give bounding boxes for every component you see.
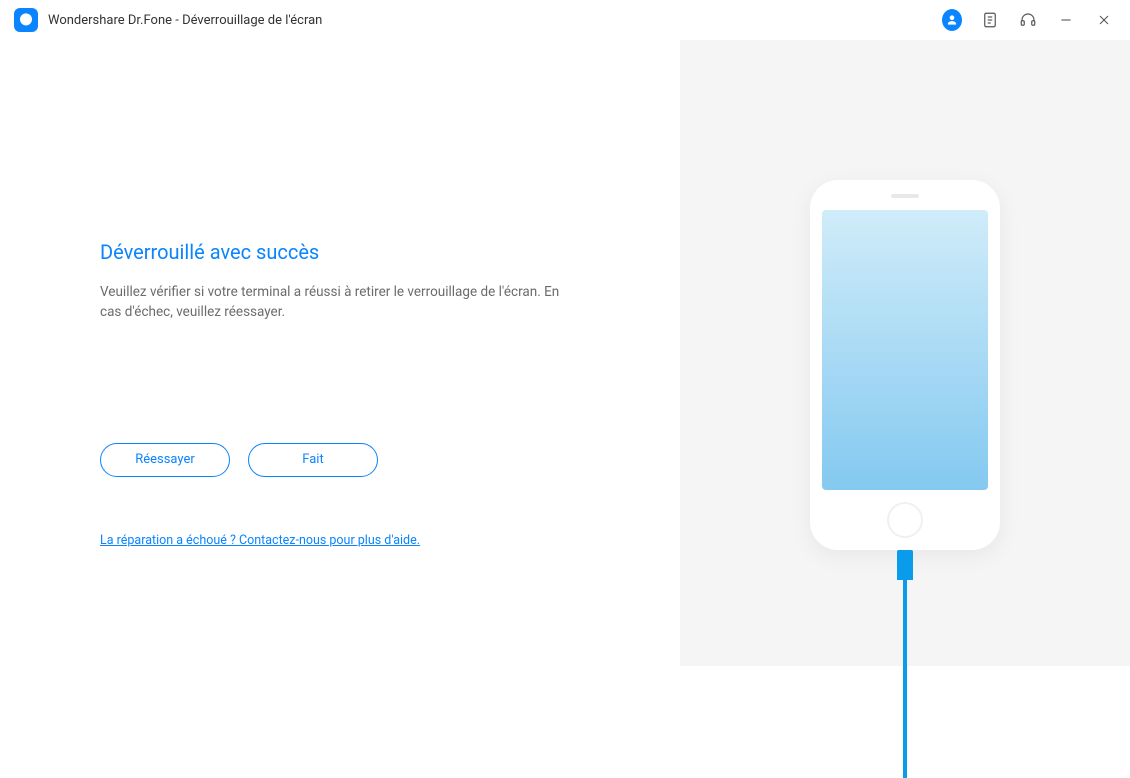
support-button[interactable] [1018,10,1038,30]
cable-icon [903,578,907,778]
cable-connector-icon [897,550,913,580]
window-title: Wondershare Dr.Fone - Déverrouillage de … [48,13,322,28]
close-button[interactable] [1094,10,1114,30]
retry-button[interactable]: Réessayer [100,443,230,477]
done-button[interactable]: Fait [248,443,378,477]
button-row: Réessayer Fait [100,443,580,477]
user-icon [942,9,962,31]
titlebar: Wondershare Dr.Fone - Déverrouillage de … [0,0,1130,40]
app-logo-icon [14,8,38,32]
close-icon [1096,12,1112,28]
success-heading: Déverrouillé avec succès [100,240,580,264]
success-description: Veuillez vérifier si votre terminal a ré… [100,282,560,323]
right-panel [680,40,1130,666]
titlebar-controls [942,10,1114,30]
phone-home-button-icon [887,502,923,538]
minimize-icon [1058,12,1074,28]
left-panel: Déverrouillé avec succès Veuillez vérifi… [0,40,680,666]
help-link[interactable]: La réparation a échoué ? Contactez-nous … [100,533,420,548]
document-icon [981,11,999,29]
feedback-button[interactable] [980,10,1000,30]
phone-speaker-icon [891,194,919,198]
content-area: Déverrouillé avec succès Veuillez vérifi… [0,40,1130,666]
phone-screen [822,210,988,490]
minimize-button[interactable] [1056,10,1076,30]
headset-icon [1019,11,1037,29]
phone-illustration [810,180,1000,550]
account-button[interactable] [942,10,962,30]
